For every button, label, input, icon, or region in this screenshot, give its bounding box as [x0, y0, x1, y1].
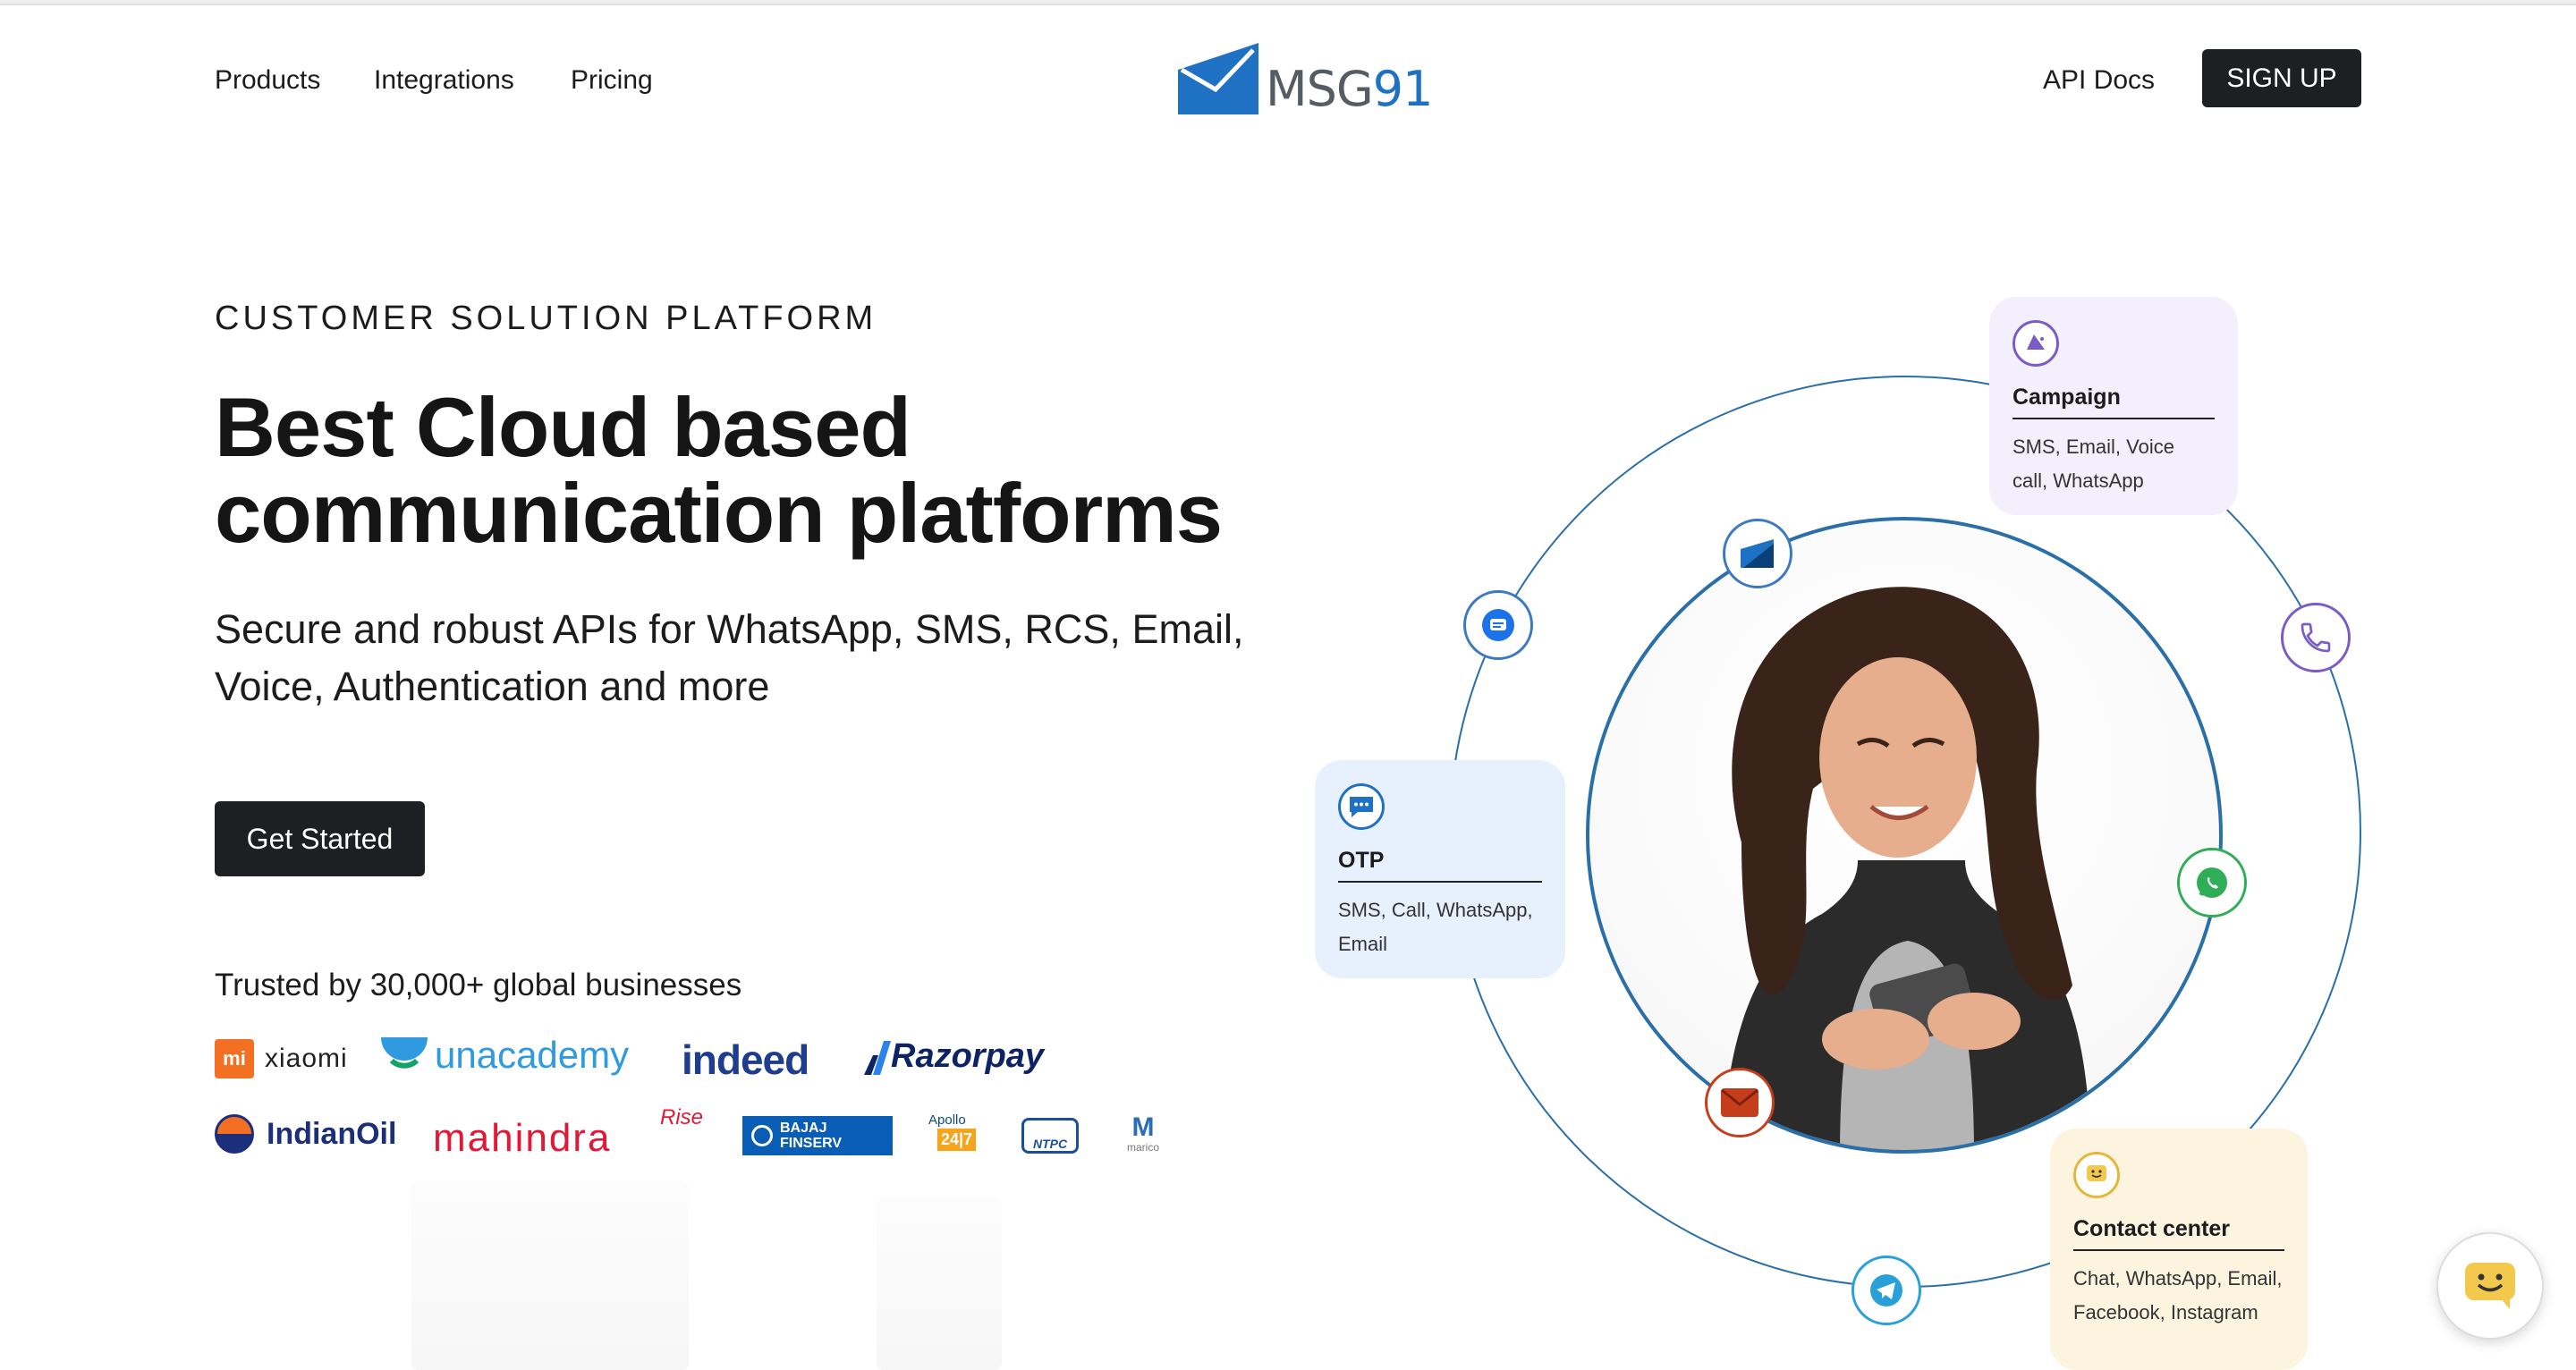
msg91-envelope-icon: [1741, 539, 1774, 568]
bajaj-text: BAJAJ: [780, 1121, 827, 1136]
bajaj-mark-icon: [751, 1125, 773, 1146]
smiley-chat-glyph: [2087, 1165, 2106, 1181]
hero-woman-photo: [1586, 517, 2223, 1154]
indeed-wordmark: indeed: [682, 1036, 809, 1083]
chat-widget-button[interactable]: [2436, 1232, 2544, 1340]
campaign-card-description: SMS, Email, Voice call, WhatsApp: [2012, 436, 2174, 492]
woman-with-phone-illustration: [1724, 587, 2090, 1150]
envelope-icon: [1721, 1088, 1758, 1117]
contact-center-card-description: Chat, WhatsApp, Email, Facebook, Instagr…: [2073, 1267, 2283, 1323]
msg91-logo[interactable]: MSG91: [1176, 41, 1433, 117]
megaphone-glyph: [2027, 334, 2045, 350]
chat-dots-glyph: [1350, 797, 1373, 817]
apollo-wordmark: Apollo: [928, 1112, 966, 1128]
nav-pricing[interactable]: Pricing: [571, 63, 653, 98]
bajaj-wordmark: BAJAJ FINSERV: [780, 1121, 842, 1151]
xiaomi-logo: mi xiaomi: [215, 1039, 348, 1078]
nav-api-docs[interactable]: API Docs: [2043, 63, 2155, 98]
browser-top-border: [0, 0, 2576, 5]
mahindra-wordmark: mahindra: [433, 1116, 612, 1160]
xiaomi-mark-icon: mi: [215, 1039, 254, 1078]
hero-headline: Best Cloud based communication platforms: [215, 385, 1377, 556]
nav-integrations[interactable]: Integrations: [374, 63, 514, 98]
telegram-icon[interactable]: [1852, 1256, 1921, 1325]
otp-card-title: OTP: [1338, 848, 1542, 883]
contact-center-card-title: Contact center: [2073, 1216, 2284, 1251]
logo-wordmark: MSG91: [1266, 61, 1433, 117]
whatsapp-logo-icon: [2197, 867, 2227, 898]
marico-logo: M marico: [1118, 1114, 1168, 1157]
smiley-chat-icon: [2465, 1263, 2515, 1309]
razorpay-mark-icon: [864, 1040, 891, 1075]
indianoil-mark-icon: [215, 1114, 254, 1154]
msg91-icon[interactable]: [1723, 519, 1792, 588]
indeed-logo: indeed: [682, 1036, 809, 1084]
otp-card-description: SMS, Call, WhatsApp, Email: [1338, 899, 1533, 955]
contact-center-card[interactable]: Contact center Chat, WhatsApp, Email, Fa…: [2050, 1129, 2308, 1370]
hero-subheading-line-1: Secure and robust APIs for WhatsApp, SMS…: [215, 606, 1244, 652]
razorpay-logo: Razorpay: [864, 1037, 1044, 1076]
apollo-247-badge: 24|7: [937, 1129, 977, 1151]
phone-handset-icon: [2301, 622, 2331, 653]
campaign-card-title: Campaign: [2012, 385, 2215, 419]
marico-wordmark: marico: [1126, 1141, 1159, 1154]
trusted-by-text: Trusted by 30,000+ global businesses: [215, 968, 742, 1002]
finserv-text: FINSERV: [780, 1136, 843, 1151]
email-icon[interactable]: [1705, 1068, 1775, 1137]
background-decoration: [877, 1198, 1002, 1370]
nav-products[interactable]: Products: [215, 63, 320, 98]
ntpc-logo: NTPC: [1021, 1118, 1079, 1154]
apollo-247-logo: Apollo 24|7: [927, 1112, 982, 1159]
indianoil-wordmark: IndianOil: [267, 1116, 397, 1151]
smiley-chat-icon: [2073, 1152, 2120, 1198]
get-started-button[interactable]: Get Started: [215, 801, 425, 876]
hero-subheading-line-2: Voice, Authentication and more: [215, 664, 770, 709]
background-decoration: [411, 1180, 689, 1370]
hero-headline-line-2: communication platforms: [215, 466, 1223, 560]
rcs-chat-icon: [1482, 609, 1514, 641]
mahindra-rise-tag: Rise: [660, 1105, 704, 1129]
razorpay-wordmark: Razorpay: [891, 1037, 1045, 1075]
hero-subheading: Secure and robust APIs for WhatsApp, SMS…: [215, 601, 1333, 715]
phone-icon[interactable]: [2281, 603, 2351, 672]
bajaj-finserv-logo: BAJAJ FINSERV: [742, 1116, 893, 1155]
xiaomi-wordmark: xiaomi: [265, 1044, 348, 1073]
signup-button[interactable]: SIGN UP: [2202, 49, 2361, 107]
unacademy-wordmark: unacademy: [435, 1034, 630, 1076]
rcs-icon[interactable]: [1463, 590, 1533, 660]
campaign-card[interactable]: Campaign SMS, Email, Voice call, WhatsAp…: [1989, 297, 2238, 515]
megaphone-icon: [2012, 320, 2059, 367]
mahindra-rise-logo: mahindra Rise: [433, 1105, 710, 1160]
chat-dots-icon: [1338, 783, 1385, 830]
hero-eyebrow: CUSTOMER SOLUTION PLATFORM: [215, 300, 877, 337]
ntpc-wordmark: NTPC: [1032, 1137, 1068, 1151]
marico-mark-icon: M: [1131, 1112, 1155, 1142]
whatsapp-icon[interactable]: [2177, 848, 2247, 918]
hero-headline-line-1: Best Cloud based: [215, 380, 911, 474]
msg91-logo-icon: [1178, 43, 1258, 114]
unacademy-mark-icon: [381, 1037, 428, 1069]
indianoil-logo: IndianOil: [215, 1114, 396, 1154]
unacademy-logo: unacademy: [379, 1034, 629, 1077]
otp-card[interactable]: OTP SMS, Call, WhatsApp, Email: [1315, 760, 1565, 978]
telegram-logo-icon: [1870, 1274, 1902, 1307]
